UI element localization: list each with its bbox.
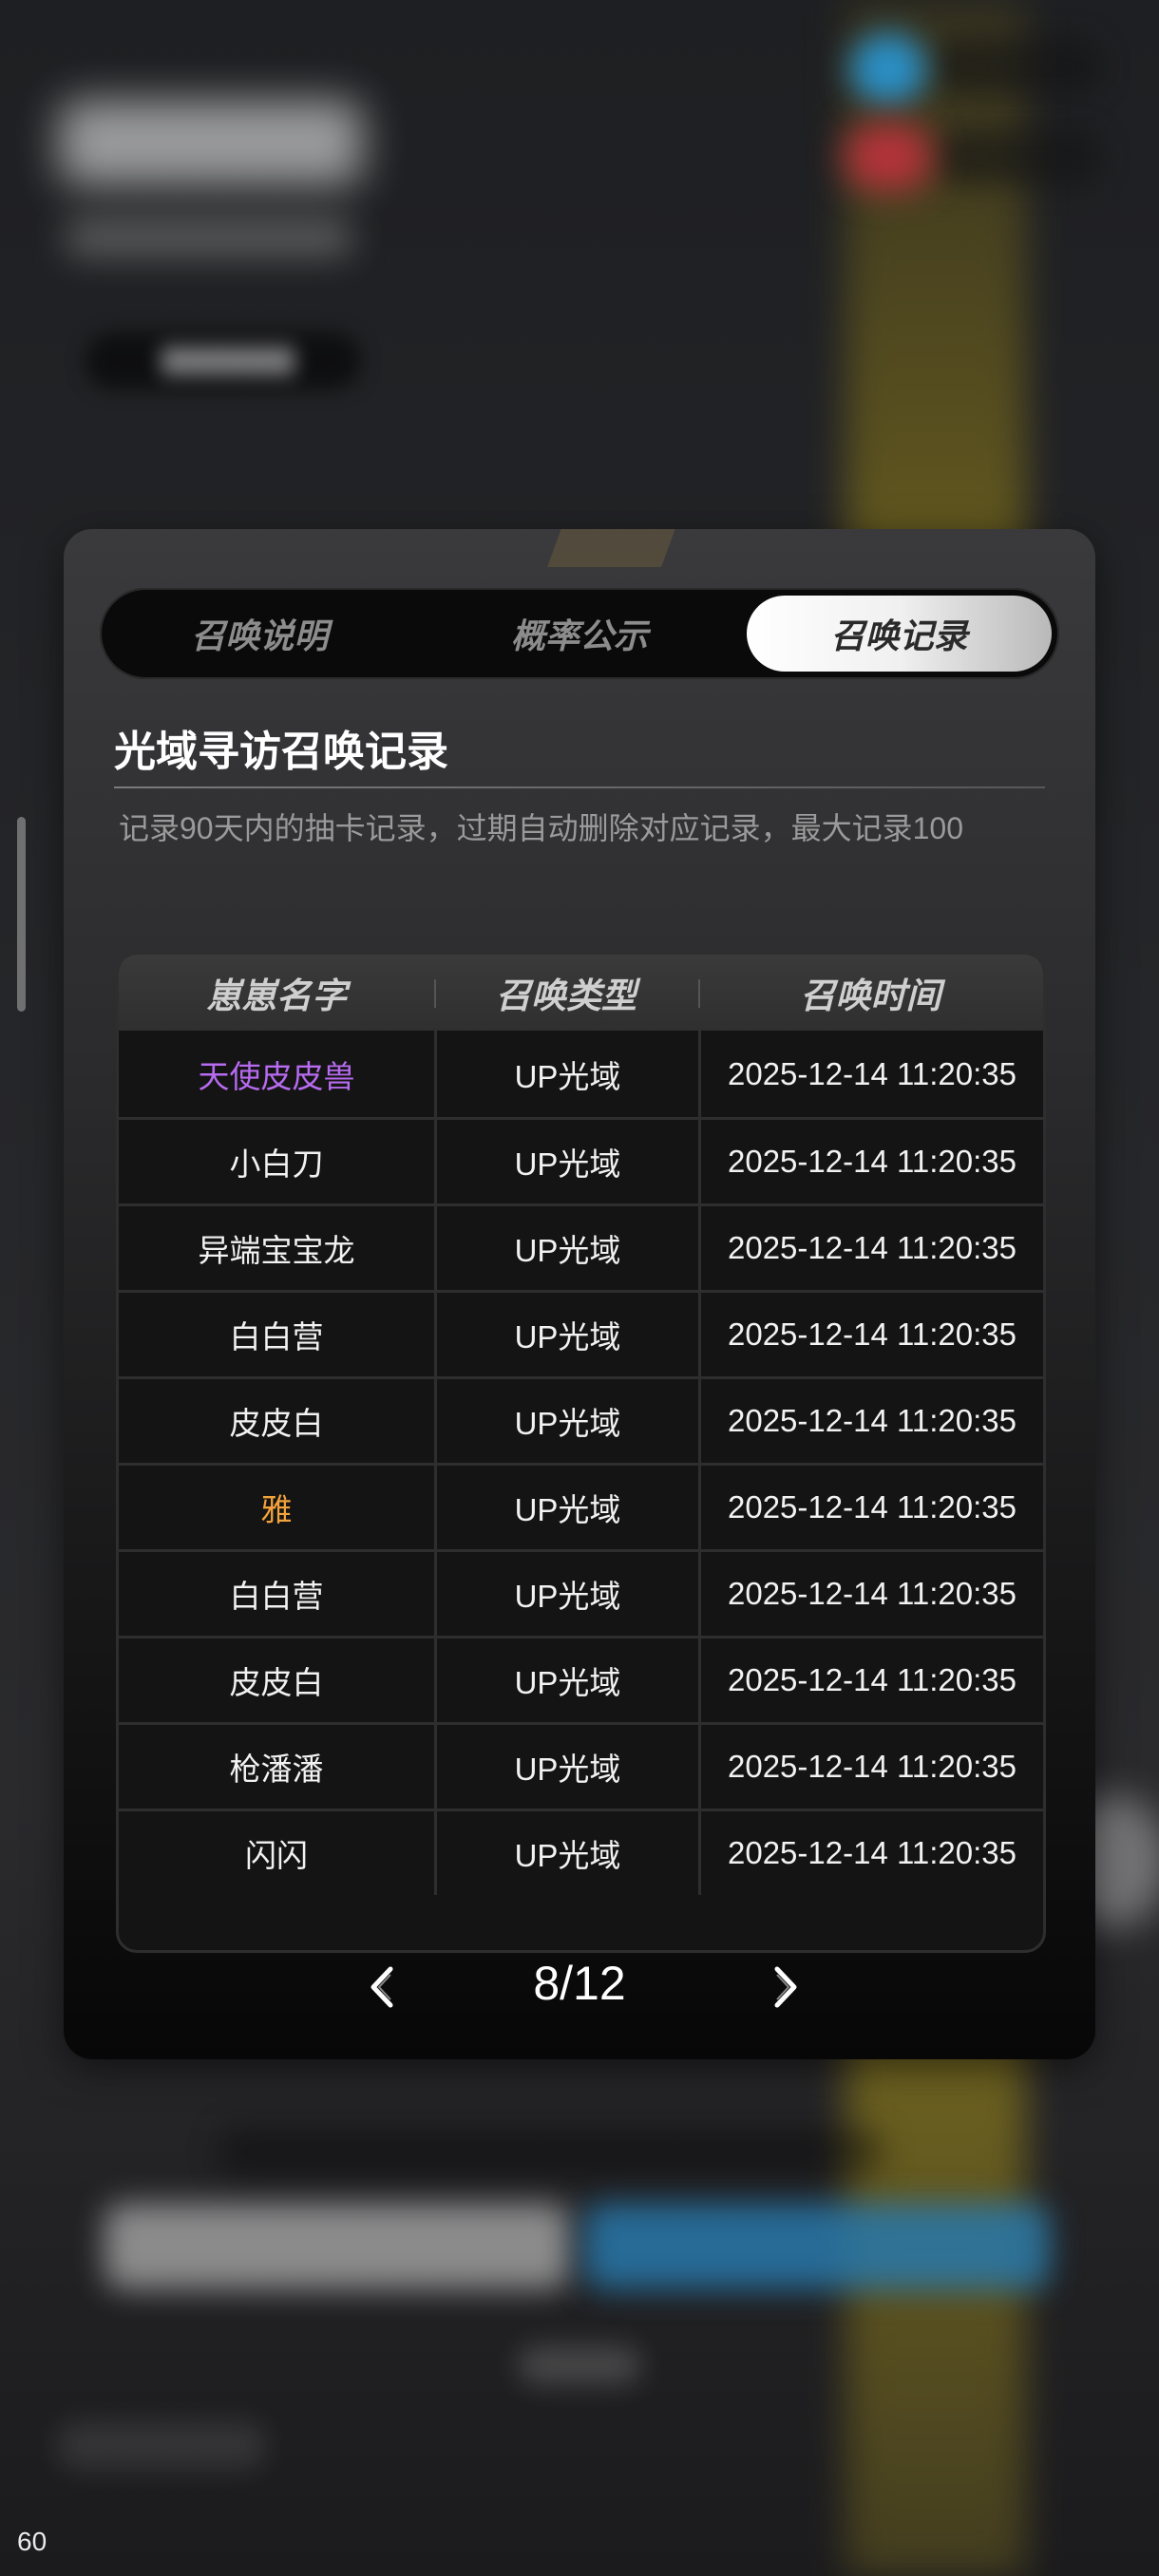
cell-summon-type: UP光域: [434, 1120, 698, 1203]
header-summon-time: 召唤时间: [698, 955, 1043, 1031]
cell-summon-type: UP光域: [434, 1811, 698, 1895]
cell-summon-time: 2025-12-14 11:20:35: [698, 1120, 1043, 1203]
cell-pet-name: 皮皮白: [229, 1406, 324, 1441]
cell-summon-type: UP光域: [434, 1466, 698, 1549]
summon-record-table: 崽崽名字 召唤类型 召唤时间 天使皮皮兽 UP光域 2025-12-14 11:20…: [116, 952, 1046, 1953]
table-row: 小白刀 UP光域 2025-12-14 11:20:35: [119, 1117, 1043, 1203]
cell-pet-name: 闪闪: [245, 1838, 308, 1873]
table-row: 枪潘潘 UP光域 2025-12-14 11:20:35: [119, 1722, 1043, 1809]
summon-record-modal: 召唤说明 概率公示 召唤记录 光域寻访召唤记录 记录90天内的抽卡记录，过期自动…: [64, 529, 1095, 2059]
cell-summon-type: UP光域: [434, 1031, 698, 1117]
cell-summon-time: 2025-12-14 11:20:35: [698, 1206, 1043, 1290]
cell-summon-time: 2025-12-14 11:20:35: [698, 1552, 1043, 1636]
tab-summon-record[interactable]: 召唤记录: [747, 596, 1053, 672]
cell-summon-type: UP光域: [434, 1293, 698, 1376]
tab-bar: 召唤说明 概率公示 召唤记录: [100, 588, 1059, 679]
scroll-indicator: [17, 817, 26, 1012]
cell-summon-time: 2025-12-14 11:20:35: [698, 1293, 1043, 1376]
cell-pet-name: 枪潘潘: [229, 1752, 324, 1787]
cell-pet-name: 皮皮白: [229, 1665, 324, 1700]
cell-pet-name: 异端宝宝龙: [198, 1233, 355, 1268]
table-row: 白白营 UP光域 2025-12-14 11:20:35: [119, 1549, 1043, 1636]
table-row: 闪闪 UP光域 2025-12-14 11:20:35: [119, 1809, 1043, 1895]
cell-pet-name: 雅: [260, 1492, 293, 1527]
table-row: 皮皮白 UP光域 2025-12-14 11:20:35: [119, 1636, 1043, 1722]
page-indicator: 8/12: [533, 1957, 626, 2010]
table-row: 皮皮白 UP光域 2025-12-14 11:20:35: [119, 1376, 1043, 1463]
record-description: 记录90天内的抽卡记录，过期自动删除对应记录，最大记录100: [119, 811, 963, 845]
tab-summon-info[interactable]: 召唤说明: [107, 596, 412, 672]
cell-summon-time: 2025-12-14 11:20:35: [698, 1379, 1043, 1463]
cell-summon-type: UP光域: [434, 1206, 698, 1290]
table-row: 白白营 UP光域 2025-12-14 11:20:35: [119, 1290, 1043, 1376]
header-summon-type: 召唤类型: [434, 955, 698, 1031]
cell-pet-name: 白白营: [229, 1319, 324, 1354]
chevron-right-icon[interactable]: [760, 1963, 808, 2011]
cell-pet-name: 小白刀: [229, 1146, 324, 1182]
table-row: 雅 UP光域 2025-12-14 11:20:35: [119, 1463, 1043, 1549]
cell-summon-time: 2025-12-14 11:20:35: [698, 1725, 1043, 1809]
table-row: 天使皮皮兽 UP光域 2025-12-14 11:20:35: [119, 1031, 1043, 1117]
cell-summon-time: 2025-12-14 11:20:35: [698, 1811, 1043, 1895]
cell-pet-name: 白白营: [229, 1579, 324, 1614]
tab-probability[interactable]: 概率公示: [428, 596, 732, 672]
table-body: 天使皮皮兽 UP光域 2025-12-14 11:20:35 小白刀 UP光域 2025-…: [119, 1031, 1043, 1895]
cell-summon-type: UP光域: [434, 1725, 698, 1809]
pagination: 8/12: [64, 1935, 1095, 2039]
cell-summon-type: UP光域: [434, 1379, 698, 1463]
title-divider: [114, 786, 1045, 788]
table-header: 崽崽名字 召唤类型 召唤时间: [119, 955, 1043, 1031]
table-row: 异端宝宝龙 UP光域 2025-12-14 11:20:35: [119, 1203, 1043, 1290]
fps-counter: 60: [17, 2527, 48, 2556]
record-title: 光域寻访召唤记录: [114, 729, 448, 775]
cell-summon-time: 2025-12-14 11:20:35: [698, 1466, 1043, 1549]
cell-summon-time: 2025-12-14 11:20:35: [698, 1031, 1043, 1117]
cell-pet-name: 天使皮皮兽: [198, 1058, 355, 1094]
header-pet-name: 崽崽名字: [206, 976, 347, 1015]
cell-summon-type: UP光域: [434, 1552, 698, 1636]
cell-summon-type: UP光域: [434, 1638, 698, 1722]
cell-summon-time: 2025-12-14 11:20:35: [698, 1638, 1043, 1722]
